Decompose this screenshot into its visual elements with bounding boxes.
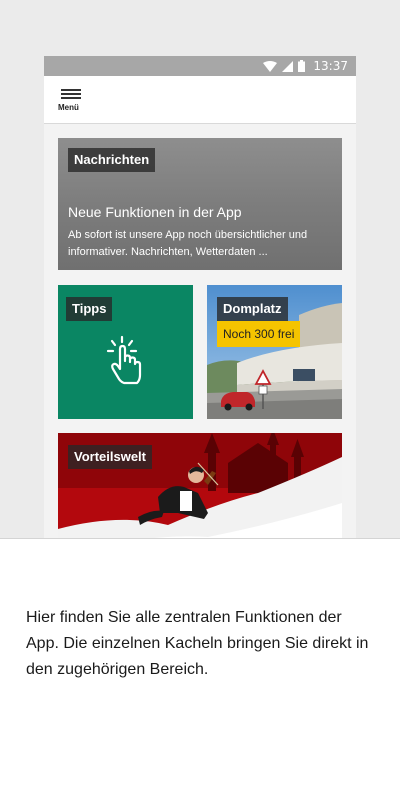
menu-label: Menü (58, 103, 79, 112)
news-tag: Nachrichten (68, 148, 156, 172)
tipps-tag: Tipps (66, 297, 113, 321)
app-bar: Menü (44, 76, 356, 124)
vorteilswelt-tag: Vorteilswelt (68, 445, 153, 469)
status-bar: 13:37 (44, 56, 356, 76)
news-text: Ab sofort ist unsere App noch übersichtl… (68, 229, 308, 258)
parking-availability-badge: Noch 300 frei (217, 321, 301, 347)
wifi-icon (263, 60, 278, 72)
domplatz-tag: Domplatz (217, 297, 288, 321)
explanation-text: Hier finden Sie alle zentralen Funktione… (26, 609, 369, 678)
news-title: Neue Funktionen in der App (68, 204, 242, 220)
tap-hand-icon (106, 335, 142, 385)
divider (0, 538, 400, 539)
battery-icon (298, 60, 306, 72)
vorteilswelt-tile[interactable]: Vorteilswelt (58, 433, 342, 538)
hamburger-icon (61, 89, 81, 100)
signal-icon (282, 60, 294, 72)
domplatz-tile[interactable]: Domplatz Noch 300 frei (207, 285, 342, 419)
menu-button[interactable]: Menü (58, 89, 88, 117)
tipps-tile[interactable]: Tipps (58, 285, 193, 419)
news-tile[interactable]: Nachrichten Neue Funktionen in der App A… (58, 138, 342, 270)
phone-screen: 13:37 Menü Nachrichten Neue Funktionen i… (44, 56, 356, 538)
clock: 13:37 (313, 59, 348, 73)
top-background: 13:37 Menü Nachrichten Neue Funktionen i… (0, 0, 400, 538)
